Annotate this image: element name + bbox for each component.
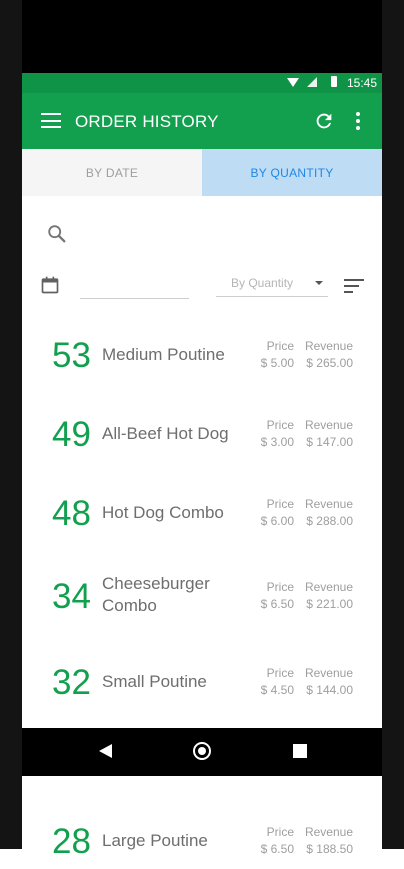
price-label: Price bbox=[266, 339, 294, 353]
item-name: Cheeseburger Combo bbox=[102, 574, 210, 615]
item-quantity: 49 bbox=[52, 415, 91, 454]
tab-bar: BY DATE BY QUANTITY bbox=[22, 149, 382, 196]
signal-icon bbox=[307, 77, 317, 87]
item-revenue: $ 147.00 bbox=[306, 435, 353, 449]
page-title: ORDER HISTORY bbox=[75, 112, 219, 131]
price-label: Price bbox=[266, 497, 294, 511]
sort-dropdown[interactable]: By Quantity bbox=[216, 271, 328, 297]
item-quantity: 28 bbox=[52, 822, 91, 861]
system-nav-bar bbox=[22, 728, 382, 776]
phone-device: 15:45 ORDER HISTORY BY DATE BY QUANTITY bbox=[0, 0, 404, 869]
revenue-label: Revenue bbox=[304, 497, 353, 511]
item-name: Small Poutine bbox=[102, 672, 207, 691]
item-revenue: $ 221.00 bbox=[306, 597, 353, 611]
menu-icon[interactable] bbox=[41, 113, 61, 129]
more-vert-icon[interactable] bbox=[354, 112, 362, 132]
revenue-column: Revenue $ 221.00 bbox=[293, 579, 353, 613]
tab-label: BY DATE bbox=[85, 165, 139, 180]
bezel-left bbox=[0, 0, 22, 849]
revenue-label: Revenue bbox=[304, 825, 353, 839]
calendar-icon[interactable] bbox=[40, 275, 60, 295]
revenue-label: Revenue bbox=[304, 418, 353, 432]
price-label: Price bbox=[266, 580, 294, 594]
overflow-content: 28 Large Poutine Price $ 6.50 Revenue $ … bbox=[22, 776, 382, 869]
item-name: All-Beef Hot Dog bbox=[102, 424, 229, 443]
refresh-icon[interactable] bbox=[313, 110, 335, 132]
revenue-label: Revenue bbox=[304, 666, 353, 680]
list-item[interactable]: 48 Hot Dog Combo Price $ 6.00 Revenue $ … bbox=[22, 493, 382, 553]
item-price: $ 6.50 bbox=[260, 842, 294, 856]
item-revenue: $ 188.50 bbox=[306, 842, 353, 856]
price-label: Price bbox=[266, 418, 294, 432]
item-quantity: 53 bbox=[52, 336, 91, 375]
item-revenue: $ 144.00 bbox=[306, 683, 353, 697]
price-column: Price $ 5.00 bbox=[244, 338, 294, 372]
tab-by-date[interactable]: BY DATE bbox=[22, 149, 202, 196]
item-price: $ 6.50 bbox=[260, 597, 294, 611]
search-icon[interactable] bbox=[46, 223, 68, 245]
item-price: $ 4.50 bbox=[260, 683, 294, 697]
revenue-column: Revenue $ 147.00 bbox=[293, 417, 353, 451]
price-column: Price $ 6.50 bbox=[244, 579, 294, 613]
list-item[interactable]: 28 Large Poutine Price $ 6.50 Revenue $ … bbox=[22, 821, 382, 869]
chevron-down-icon bbox=[315, 281, 323, 285]
status-time: 15:45 bbox=[346, 76, 377, 90]
price-column: Price $ 6.00 bbox=[244, 496, 294, 530]
tab-by-quantity[interactable]: BY QUANTITY bbox=[202, 149, 382, 196]
list-item[interactable]: 49 All-Beef Hot Dog Price $ 3.00 Revenue… bbox=[22, 414, 382, 474]
revenue-label: Revenue bbox=[304, 339, 353, 353]
app-bar: ORDER HISTORY bbox=[22, 93, 382, 149]
date-input[interactable] bbox=[80, 271, 189, 299]
recents-icon[interactable] bbox=[293, 744, 307, 758]
item-quantity: 32 bbox=[52, 663, 91, 702]
item-price: $ 5.00 bbox=[260, 356, 294, 370]
revenue-column: Revenue $ 188.50 bbox=[293, 824, 353, 858]
list-item[interactable]: 34 Cheeseburger Combo Price $ 6.50 Reven… bbox=[22, 573, 382, 633]
sort-dropdown-value: By Quantity bbox=[231, 276, 294, 290]
price-column: Price $ 3.00 bbox=[244, 417, 294, 451]
item-quantity: 48 bbox=[52, 494, 91, 533]
revenue-label: Revenue bbox=[304, 580, 353, 594]
revenue-column: Revenue $ 288.00 bbox=[293, 496, 353, 530]
item-name: Medium Poutine bbox=[102, 345, 225, 364]
item-name: Large Poutine bbox=[102, 831, 208, 850]
price-label: Price bbox=[266, 666, 294, 680]
item-price: $ 6.00 bbox=[260, 514, 294, 528]
home-icon[interactable] bbox=[193, 742, 211, 760]
price-column: Price $ 6.50 bbox=[244, 824, 294, 858]
sort-icon[interactable] bbox=[344, 279, 364, 293]
filter-row: By Quantity bbox=[22, 271, 382, 301]
wifi-icon bbox=[287, 78, 299, 87]
revenue-column: Revenue $ 265.00 bbox=[293, 338, 353, 372]
item-name: Hot Dog Combo bbox=[102, 503, 224, 522]
screen: 15:45 ORDER HISTORY BY DATE BY QUANTITY bbox=[22, 73, 382, 728]
item-quantity: 34 bbox=[52, 577, 91, 616]
item-revenue: $ 288.00 bbox=[306, 514, 353, 528]
tab-label: BY QUANTITY bbox=[250, 165, 334, 180]
item-price: $ 3.00 bbox=[260, 435, 294, 449]
revenue-column: Revenue $ 144.00 bbox=[293, 665, 353, 699]
list-item[interactable]: 32 Small Poutine Price $ 4.50 Revenue $ … bbox=[22, 662, 382, 722]
list-item[interactable]: 53 Medium Poutine Price $ 5.00 Revenue $… bbox=[22, 335, 382, 395]
price-column: Price $ 4.50 bbox=[244, 665, 294, 699]
item-revenue: $ 265.00 bbox=[306, 356, 353, 370]
back-icon[interactable] bbox=[99, 744, 112, 758]
price-label: Price bbox=[266, 825, 294, 839]
status-bar: 15:45 bbox=[22, 73, 382, 93]
bezel-right bbox=[382, 0, 404, 849]
battery-icon bbox=[331, 76, 337, 87]
